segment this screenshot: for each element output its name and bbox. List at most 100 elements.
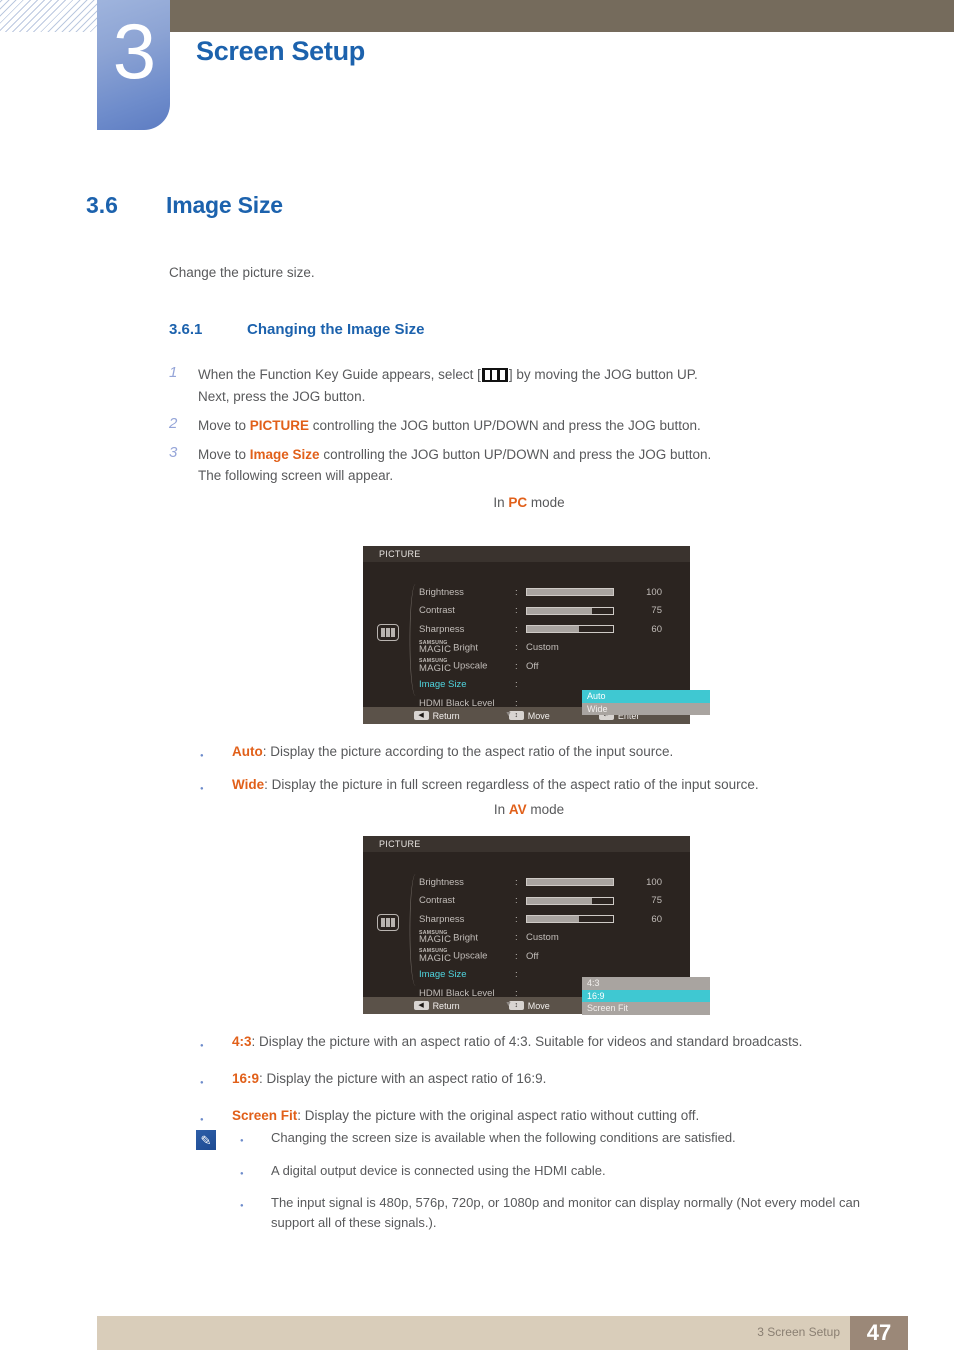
osd-body-pc: Brightness : 100 Contrast : 75 Sharpness… bbox=[363, 562, 710, 718]
option-16-9[interactable]: 16:9 bbox=[582, 989, 710, 1002]
step2-post: controlling the JOG button UP/DOWN and p… bbox=[309, 417, 701, 433]
osd-colon: : bbox=[515, 623, 518, 635]
step-item: 1 When the Function Key Guide appears, s… bbox=[169, 364, 889, 408]
note-item: The input signal is 480p, 576p, 720p, or… bbox=[240, 1193, 896, 1232]
osd-colon: : bbox=[515, 605, 518, 617]
brightness-slider[interactable] bbox=[526, 588, 614, 597]
osd-value: 100 bbox=[646, 586, 662, 598]
note-items: Changing the screen size is available wh… bbox=[240, 1128, 896, 1245]
osd-row-brightness[interactable]: Brightness : 100 bbox=[419, 583, 681, 602]
note-item: Changing the screen size is available wh… bbox=[240, 1128, 896, 1148]
osd-row-brightness[interactable]: Brightness : 100 bbox=[419, 873, 681, 892]
image-size-options-pc[interactable]: Auto Wide bbox=[582, 690, 710, 715]
step3-pre: Move to bbox=[198, 446, 250, 462]
osd-colon: : bbox=[515, 987, 518, 999]
av-caption-mode: AV bbox=[508, 802, 527, 817]
brightness-slider[interactable] bbox=[526, 878, 614, 887]
osd-row-sharpness[interactable]: Sharpness : 60 bbox=[419, 620, 681, 639]
osd-value: Custom bbox=[526, 642, 559, 654]
step1-line2: Next, press the JOG button. bbox=[198, 388, 366, 404]
step3-line2: The following screen will appear. bbox=[198, 468, 394, 484]
osd-menu-av: PICTURE Brightness : 100 Contrast : 75 S… bbox=[363, 836, 710, 1015]
step3-highlight: Image Size bbox=[249, 446, 320, 462]
note-pencil-icon: ✎ bbox=[196, 1130, 216, 1150]
note-text: A digital output device is connected usi… bbox=[271, 1162, 606, 1178]
av-caption-post: mode bbox=[526, 802, 565, 817]
bullet-dot-icon bbox=[200, 1032, 232, 1053]
bullet-dot-icon bbox=[240, 1193, 271, 1232]
pc-caption-post: mode bbox=[527, 495, 565, 511]
scroll-down-arrow-icon[interactable]: ▼ bbox=[505, 711, 512, 718]
contrast-slider[interactable] bbox=[526, 606, 614, 615]
bullet-term: 16:9 bbox=[232, 1070, 260, 1086]
osd-menu-pc: PICTURE Brightness : 100 Contrast : 75 S… bbox=[363, 546, 710, 724]
sharpness-slider[interactable] bbox=[526, 915, 614, 924]
option-auto[interactable]: Auto bbox=[582, 690, 710, 703]
picture-category-icon bbox=[377, 624, 399, 641]
option-wide[interactable]: Wide bbox=[582, 702, 710, 715]
pc-caption-mode: PC bbox=[508, 495, 528, 511]
osd-row-magicupscale[interactable]: SAMSUNG MAGIC Upscale : Off bbox=[419, 657, 681, 676]
image-size-options-av[interactable]: 4:3 16:9 Screen Fit bbox=[582, 977, 710, 1015]
osd-colon: : bbox=[515, 932, 518, 944]
note-text: The input signal is 480p, 576p, 720p, or… bbox=[271, 1195, 860, 1230]
av-mode-caption: In AV mode bbox=[169, 802, 889, 817]
contrast-slider[interactable] bbox=[526, 896, 614, 905]
osd-title-pc: PICTURE bbox=[363, 546, 690, 562]
picture-category-icon bbox=[377, 914, 399, 931]
chapter-number: 3 bbox=[112, 7, 156, 95]
note-box: ✎ Changing the screen size is available … bbox=[196, 1128, 896, 1245]
samsung-magic-logo: SAMSUNG MAGIC bbox=[419, 659, 451, 673]
bullet-dot-icon bbox=[240, 1128, 271, 1148]
chapter-header: 3 Screen Setup bbox=[0, 0, 954, 135]
bullet-text: 16:9: Display the picture with an aspect… bbox=[232, 1069, 546, 1090]
bullet-text: Auto: Display the picture according to t… bbox=[232, 742, 673, 763]
osd-label: SAMSUNG MAGIC Upscale bbox=[419, 659, 515, 673]
hatch-pattern-decoration bbox=[0, 0, 98, 32]
pc-mode-caption: In PC mode bbox=[169, 495, 889, 510]
osd-title-av: PICTURE bbox=[363, 836, 690, 852]
function-key-guide-icon bbox=[481, 368, 508, 382]
step1-text-part1: When the Function Key Guide appears, sel… bbox=[198, 367, 481, 382]
section-intro: Change the picture size. bbox=[169, 265, 315, 280]
osd-row-sharpness[interactable]: Sharpness : 60 bbox=[419, 910, 681, 929]
osd-rows-av: Brightness : 100 Contrast : 75 Sharpness… bbox=[419, 873, 710, 1015]
magic-suffix: Bright bbox=[453, 642, 478, 654]
footer-section-label: 3 Screen Setup bbox=[757, 1325, 840, 1339]
osd-row-magicbright[interactable]: SAMSUNG MAGIC Bright : Custom bbox=[419, 929, 681, 948]
option-screen-fit[interactable]: Screen Fit bbox=[582, 1002, 710, 1015]
osd-row-contrast[interactable]: Contrast : 75 bbox=[419, 602, 681, 621]
osd-row-contrast[interactable]: Contrast : 75 bbox=[419, 892, 681, 911]
magic-suffix: Upscale bbox=[453, 950, 488, 962]
bullet-term: 4:3 bbox=[232, 1034, 252, 1049]
step2-highlight: PICTURE bbox=[249, 417, 310, 433]
osd-body-av: Brightness : 100 Contrast : 75 Sharpness… bbox=[363, 852, 710, 1015]
step-item: 3 Move to Image Size controlling the JOG… bbox=[169, 444, 889, 488]
note-text: Changing the screen size is available wh… bbox=[271, 1130, 736, 1145]
osd-row-magicbright[interactable]: SAMSUNG MAGIC Bright : Custom bbox=[419, 639, 681, 658]
samsung-magic-logo: SAMSUNG MAGIC bbox=[419, 930, 451, 945]
step-number: 3 bbox=[169, 443, 178, 461]
option-4-3[interactable]: 4:3 bbox=[582, 977, 710, 990]
bullet-text: 4:3: Display the picture with an aspect … bbox=[232, 1032, 802, 1053]
samsung-magic-logo: SAMSUNG MAGIC bbox=[419, 949, 451, 963]
osd-rows-pc: Brightness : 100 Contrast : 75 Sharpness… bbox=[419, 583, 710, 718]
bullet-text: Screen Fit: Display the picture with the… bbox=[232, 1106, 699, 1127]
magic-mid: MAGIC bbox=[419, 952, 452, 964]
header-brown-bar bbox=[170, 0, 954, 32]
bullet-dot-icon bbox=[200, 742, 232, 763]
scroll-down-arrow-icon[interactable]: ▼ bbox=[505, 1001, 512, 1008]
av-bullet-list: 4:3 : Display the picture with an aspect … bbox=[200, 1032, 900, 1139]
subsection-heading: 3.6.1 Changing the Image Size bbox=[169, 321, 425, 338]
step-number: 1 bbox=[169, 364, 178, 381]
osd-label: Brightness bbox=[419, 876, 464, 888]
bullet-desc: : Display the picture in full screen reg… bbox=[264, 776, 759, 792]
osd-value: Off bbox=[526, 950, 539, 962]
osd-row-magicupscale[interactable]: SAMSUNG MAGIC Upscale : Off bbox=[419, 947, 681, 966]
step2-pre: Move to bbox=[198, 417, 250, 433]
steps-list: 1 When the Function Key Guide appears, s… bbox=[169, 364, 889, 510]
sharpness-slider[interactable] bbox=[526, 625, 614, 634]
osd-colon: : bbox=[515, 969, 518, 981]
bullet-item: 4:3: Display the picture with an aspect … bbox=[200, 1032, 900, 1053]
bullet-desc: : Display the picture with an aspect rat… bbox=[259, 1070, 547, 1086]
